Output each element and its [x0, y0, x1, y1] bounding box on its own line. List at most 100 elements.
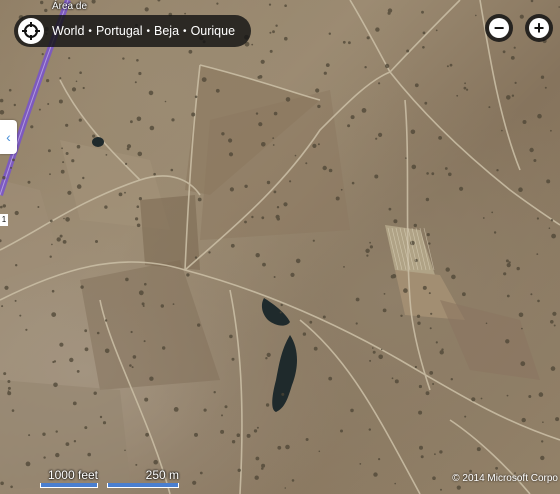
tree	[261, 463, 266, 468]
tree	[59, 234, 63, 238]
tree	[476, 447, 481, 452]
tree	[506, 394, 509, 397]
tree	[10, 485, 13, 489]
tree	[197, 323, 201, 327]
tree	[272, 30, 275, 34]
tree	[42, 432, 46, 436]
tree	[410, 240, 415, 246]
tree	[488, 106, 491, 109]
breadcrumb-portugal[interactable]: Portugal	[96, 24, 143, 38]
tree	[446, 65, 449, 68]
tree	[145, 432, 150, 437]
tree	[27, 180, 31, 184]
tree	[255, 112, 259, 115]
map-features	[0, 0, 560, 494]
tree	[283, 202, 288, 207]
tree	[394, 379, 399, 384]
breadcrumb-world[interactable]: World	[52, 24, 84, 38]
tree	[529, 147, 534, 153]
expand-panel-button[interactable]: ‹	[0, 120, 17, 154]
tree	[374, 174, 379, 179]
tree	[462, 292, 466, 297]
tree	[49, 173, 51, 176]
tree	[444, 167, 448, 170]
locate-button[interactable]	[18, 18, 44, 44]
zoom-out-button[interactable]: −	[485, 14, 513, 42]
tree	[313, 346, 318, 351]
tree	[372, 347, 374, 349]
tree	[237, 468, 241, 472]
tree	[10, 166, 12, 169]
tree	[309, 320, 313, 324]
tree	[0, 98, 4, 103]
tree	[369, 245, 373, 249]
tree	[95, 240, 98, 243]
tree	[394, 482, 397, 485]
dirt-road	[389, 0, 461, 73]
tree	[375, 27, 380, 32]
tree	[261, 216, 265, 220]
tree	[65, 123, 69, 127]
tree	[216, 2, 219, 5]
tree	[325, 63, 330, 67]
tree	[149, 376, 154, 381]
tree	[302, 332, 307, 336]
tree	[373, 472, 378, 477]
tree	[254, 475, 259, 480]
tree	[501, 129, 503, 132]
tree	[132, 355, 137, 359]
tree	[258, 75, 263, 79]
tree	[136, 116, 142, 122]
breadcrumb: World • Portugal • Beja • Ourique	[14, 15, 252, 47]
tree	[41, 53, 44, 56]
breadcrumb-beja[interactable]: Beja	[154, 24, 179, 38]
tree	[67, 190, 72, 195]
tree	[47, 149, 51, 153]
tree	[25, 461, 31, 467]
tree	[59, 77, 62, 80]
tree	[28, 434, 31, 437]
tree	[280, 303, 283, 307]
tree	[322, 165, 327, 171]
tree	[429, 371, 434, 375]
aerial-map[interactable]	[0, 0, 560, 494]
tree	[82, 176, 85, 180]
tree	[251, 215, 254, 219]
tree	[71, 87, 77, 92]
tree	[203, 408, 207, 412]
tree	[14, 210, 19, 216]
tree	[230, 243, 235, 248]
tree	[258, 122, 263, 127]
tree	[439, 350, 444, 355]
field-parcel	[0, 180, 60, 280]
tree	[102, 421, 107, 425]
tree	[135, 463, 138, 466]
tree	[536, 253, 539, 256]
tree	[555, 417, 560, 422]
tree	[69, 357, 74, 363]
tree	[520, 361, 526, 367]
tree	[279, 311, 282, 314]
tree	[194, 95, 198, 99]
tree	[55, 452, 60, 458]
tree	[104, 348, 110, 354]
tree	[432, 383, 435, 385]
tree	[49, 219, 53, 223]
chevron-left-icon: ‹	[6, 129, 11, 145]
tree	[317, 104, 321, 109]
tree	[449, 63, 453, 67]
tree	[378, 458, 381, 461]
tree	[552, 311, 557, 316]
tree	[406, 49, 410, 53]
tree	[65, 442, 70, 446]
tree	[0, 205, 3, 209]
tree	[315, 88, 320, 93]
tree	[519, 14, 524, 19]
tree	[348, 41, 351, 45]
tree	[414, 365, 417, 369]
tree	[439, 450, 443, 454]
tree	[366, 36, 370, 40]
zoom-in-button[interactable]: +	[525, 14, 553, 42]
tree	[538, 392, 544, 397]
breadcrumb-ourique[interactable]: Ourique	[191, 24, 235, 38]
